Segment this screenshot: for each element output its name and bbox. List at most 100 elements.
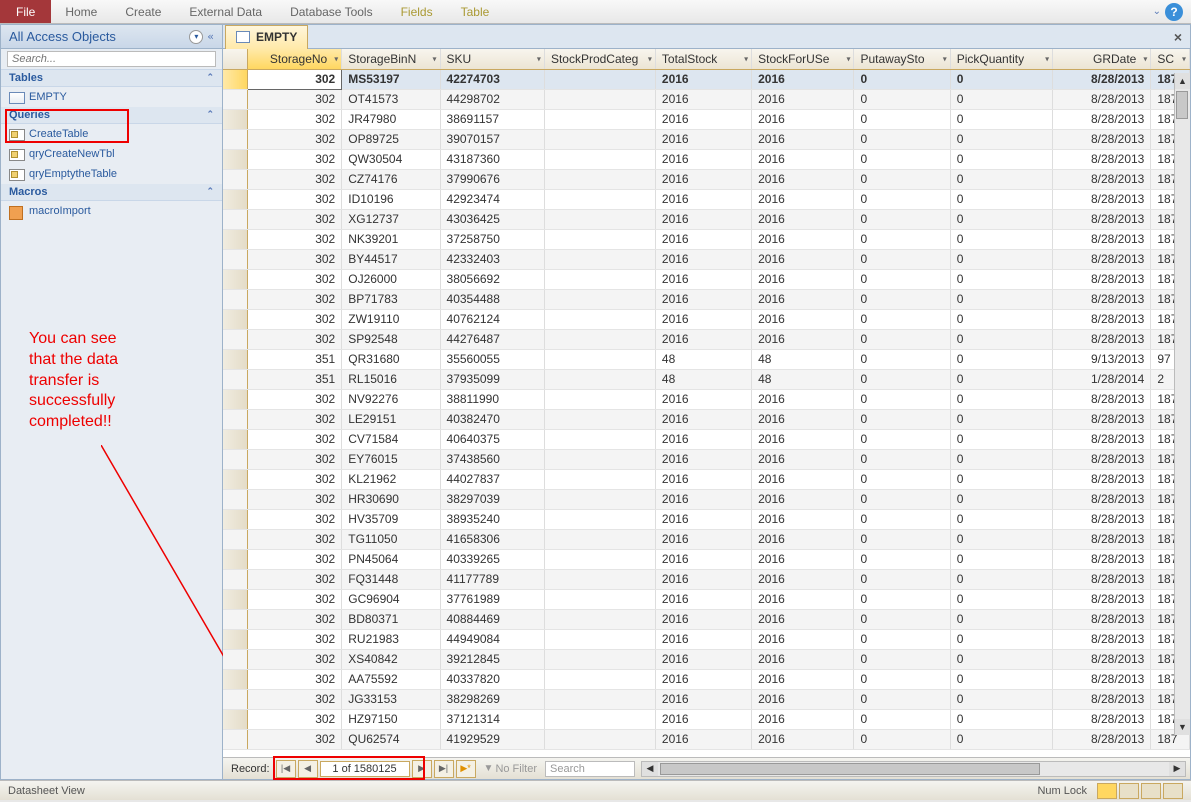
cell-totalstock[interactable]: 2016 xyxy=(655,189,751,209)
cell-totalstock[interactable]: 2016 xyxy=(655,669,751,689)
table-row[interactable]: 302XG127374303642520162016008/28/2013187 xyxy=(223,209,1190,229)
cell-totalstock[interactable]: 2016 xyxy=(655,589,751,609)
cell-storageno[interactable]: 302 xyxy=(248,169,342,189)
cell-putawaysto[interactable]: 0 xyxy=(854,309,950,329)
cell-sku[interactable]: 37438560 xyxy=(440,449,544,469)
cell-stockprodcateg[interactable] xyxy=(544,149,655,169)
cell-totalstock[interactable]: 2016 xyxy=(655,709,751,729)
row-selector[interactable] xyxy=(223,129,248,149)
cell-putawaysto[interactable]: 0 xyxy=(854,469,950,489)
cell-stockprodcateg[interactable] xyxy=(544,349,655,369)
column-dropdown-icon[interactable]: ▾ xyxy=(846,54,850,63)
nav-group-macros[interactable]: Macros ⌃ xyxy=(1,184,222,201)
cell-pickquantity[interactable]: 0 xyxy=(950,129,1052,149)
cell-totalstock[interactable]: 2016 xyxy=(655,329,751,349)
cell-storageno[interactable]: 302 xyxy=(248,509,342,529)
cell-stockforuse[interactable]: 2016 xyxy=(752,209,854,229)
cell-storageno[interactable]: 302 xyxy=(248,189,342,209)
cell-pickquantity[interactable]: 0 xyxy=(950,729,1052,749)
cell-storagebinn[interactable]: AA75592 xyxy=(342,669,440,689)
select-all-cell[interactable] xyxy=(223,49,248,69)
ribbon-tab-database-tools[interactable]: Database Tools xyxy=(276,0,387,23)
cell-sku[interactable]: 38297039 xyxy=(440,489,544,509)
cell-stockforuse[interactable]: 2016 xyxy=(752,309,854,329)
row-selector[interactable] xyxy=(223,209,248,229)
cell-storageno[interactable]: 302 xyxy=(248,329,342,349)
cell-putawaysto[interactable]: 0 xyxy=(854,429,950,449)
cell-sku[interactable]: 41658306 xyxy=(440,529,544,549)
cell-putawaysto[interactable]: 0 xyxy=(854,509,950,529)
ribbon-tab-external-data[interactable]: External Data xyxy=(175,0,276,23)
cell-grdate[interactable]: 8/28/2013 xyxy=(1053,509,1151,529)
cell-stockforuse[interactable]: 2016 xyxy=(752,709,854,729)
cell-pickquantity[interactable]: 0 xyxy=(950,329,1052,349)
row-selector[interactable] xyxy=(223,509,248,529)
cell-sku[interactable]: 38935240 xyxy=(440,509,544,529)
datasheet-view-button[interactable] xyxy=(1097,783,1117,799)
cell-pickquantity[interactable]: 0 xyxy=(950,89,1052,109)
cell-totalstock[interactable]: 2016 xyxy=(655,289,751,309)
cell-putawaysto[interactable]: 0 xyxy=(854,449,950,469)
cell-totalstock[interactable]: 2016 xyxy=(655,529,751,549)
record-position[interactable]: 1 of 1580125 xyxy=(320,761,410,777)
row-selector[interactable] xyxy=(223,609,248,629)
cell-putawaysto[interactable]: 0 xyxy=(854,369,950,389)
cell-grdate[interactable]: 8/28/2013 xyxy=(1053,149,1151,169)
cell-stockforuse[interactable]: 2016 xyxy=(752,429,854,449)
cell-grdate[interactable]: 8/28/2013 xyxy=(1053,189,1151,209)
cell-storageno[interactable]: 302 xyxy=(248,569,342,589)
cell-sku[interactable]: 44276487 xyxy=(440,329,544,349)
cell-sku[interactable]: 43187360 xyxy=(440,149,544,169)
cell-pickquantity[interactable]: 0 xyxy=(950,589,1052,609)
cell-storageno[interactable]: 302 xyxy=(248,609,342,629)
column-header-pickquantity[interactable]: PickQuantity▾ xyxy=(950,49,1052,69)
cell-storagebinn[interactable]: RU21983 xyxy=(342,629,440,649)
cell-pickquantity[interactable]: 0 xyxy=(950,689,1052,709)
cell-storageno[interactable]: 302 xyxy=(248,429,342,449)
cell-grdate[interactable]: 8/28/2013 xyxy=(1053,649,1151,669)
column-header-sku[interactable]: SKU▾ xyxy=(440,49,544,69)
column-dropdown-icon[interactable]: ▾ xyxy=(537,54,541,63)
cell-stockprodcateg[interactable] xyxy=(544,329,655,349)
cell-putawaysto[interactable]: 0 xyxy=(854,549,950,569)
cell-totalstock[interactable]: 2016 xyxy=(655,229,751,249)
table-row[interactable]: 302SP925484427648720162016008/28/2013187 xyxy=(223,329,1190,349)
cell-grdate[interactable]: 8/28/2013 xyxy=(1053,409,1151,429)
cell-storageno[interactable]: 302 xyxy=(248,89,342,109)
cell-storageno[interactable]: 351 xyxy=(248,349,342,369)
cell-pickquantity[interactable]: 0 xyxy=(950,249,1052,269)
row-selector[interactable] xyxy=(223,429,248,449)
cell-grdate[interactable]: 8/28/2013 xyxy=(1053,229,1151,249)
cell-grdate[interactable]: 8/28/2013 xyxy=(1053,469,1151,489)
table-row[interactable]: 302RU219834494908420162016008/28/2013187 xyxy=(223,629,1190,649)
row-selector[interactable] xyxy=(223,369,248,389)
cell-sku[interactable]: 40339265 xyxy=(440,549,544,569)
cell-stockprodcateg[interactable] xyxy=(544,449,655,469)
cell-stockforuse[interactable]: 2016 xyxy=(752,329,854,349)
column-dropdown-icon[interactable]: ▾ xyxy=(744,54,748,63)
cell-pickquantity[interactable]: 0 xyxy=(950,449,1052,469)
cell-stockforuse[interactable]: 2016 xyxy=(752,629,854,649)
cell-pickquantity[interactable]: 0 xyxy=(950,309,1052,329)
cell-putawaysto[interactable]: 0 xyxy=(854,569,950,589)
cell-storagebinn[interactable]: OJ26000 xyxy=(342,269,440,289)
cell-storagebinn[interactable]: ID10196 xyxy=(342,189,440,209)
nav-item-qrycreatenewtbl[interactable]: qryCreateNewTbl xyxy=(1,144,222,164)
cell-stockprodcateg[interactable] xyxy=(544,529,655,549)
cell-stockforuse[interactable]: 2016 xyxy=(752,169,854,189)
cell-totalstock[interactable]: 48 xyxy=(655,349,751,369)
cell-storagebinn[interactable]: OP89725 xyxy=(342,129,440,149)
cell-storagebinn[interactable]: XG12737 xyxy=(342,209,440,229)
cell-storagebinn[interactable]: PN45064 xyxy=(342,549,440,569)
cell-grdate[interactable]: 9/13/2013 xyxy=(1053,349,1151,369)
cell-stockprodcateg[interactable] xyxy=(544,69,655,89)
cell-sku[interactable]: 40382470 xyxy=(440,409,544,429)
cell-storagebinn[interactable]: ZW19110 xyxy=(342,309,440,329)
view-button-3[interactable] xyxy=(1141,783,1161,799)
cell-stockprodcateg[interactable] xyxy=(544,549,655,569)
cell-putawaysto[interactable]: 0 xyxy=(854,89,950,109)
table-row[interactable]: 302HZ971503712131420162016008/28/2013187 xyxy=(223,709,1190,729)
cell-grdate[interactable]: 8/28/2013 xyxy=(1053,429,1151,449)
table-row[interactable]: 302OP897253907015720162016008/28/2013187 xyxy=(223,129,1190,149)
cell-putawaysto[interactable]: 0 xyxy=(854,129,950,149)
